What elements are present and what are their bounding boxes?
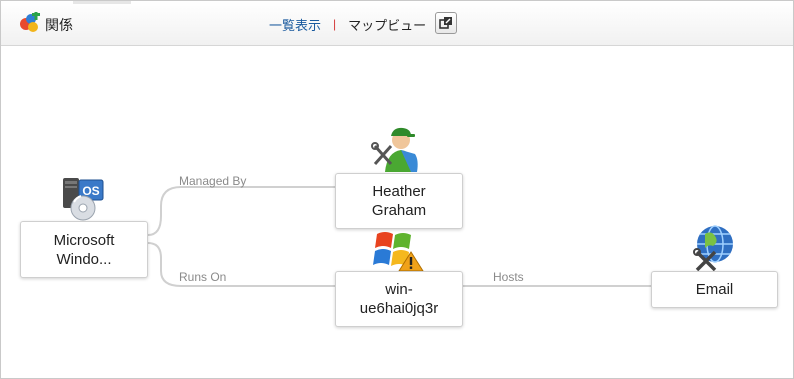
popout-icon	[439, 17, 452, 29]
node-label-line1: Email	[695, 281, 734, 298]
header-tab-indicator	[73, 1, 131, 4]
edge-runs-on	[147, 242, 335, 287]
node-label-line1: win-	[385, 281, 413, 298]
node-email[interactable]: Email	[651, 271, 778, 308]
windows-warning-icon	[373, 232, 424, 272]
support-person-icon	[371, 127, 418, 172]
page-title: 関係	[45, 17, 73, 33]
node-label-line1: Heather	[372, 183, 426, 200]
list-view-link[interactable]: 一覧表示	[269, 15, 321, 34]
panel-header: 関係 一覧表示 | マップビュー	[1, 1, 793, 46]
edge-label-managed-by: Managed By	[179, 174, 247, 188]
map-view-label: マップビュー	[348, 17, 427, 33]
relationship-map: Managed By Runs On Hosts OS Microsoft Wi…	[1, 46, 793, 378]
network-service-icon	[693, 225, 733, 272]
node-microsoft-windows[interactable]: Microsoft Windo...	[20, 221, 148, 278]
relationship-panel: 関係 一覧表示 | マップビュー Managed By Runs On Host…	[0, 0, 794, 379]
view-switcher: 一覧表示 | マップビュー	[269, 15, 426, 33]
node-host-win[interactable]: win- ue6hai0jq3r	[335, 271, 463, 327]
node-heather-graham[interactable]: Heather Graham	[335, 173, 463, 229]
node-label-line2: ue6hai0jq3r	[359, 300, 439, 317]
relationships-app-icon	[20, 12, 40, 32]
node-label-line2: Graham	[371, 202, 427, 219]
edge-label-hosts: Hosts	[493, 270, 524, 284]
node-label-line2: Windo...	[56, 250, 112, 268]
edge-label-runs-on: Runs On	[179, 270, 227, 284]
open-in-new-window-button[interactable]	[435, 12, 457, 34]
edge-managed-by	[147, 186, 335, 236]
os-server-icon: OS	[63, 178, 104, 221]
node-label-line1: Microsoft	[53, 231, 115, 249]
view-separator: |	[333, 17, 337, 31]
